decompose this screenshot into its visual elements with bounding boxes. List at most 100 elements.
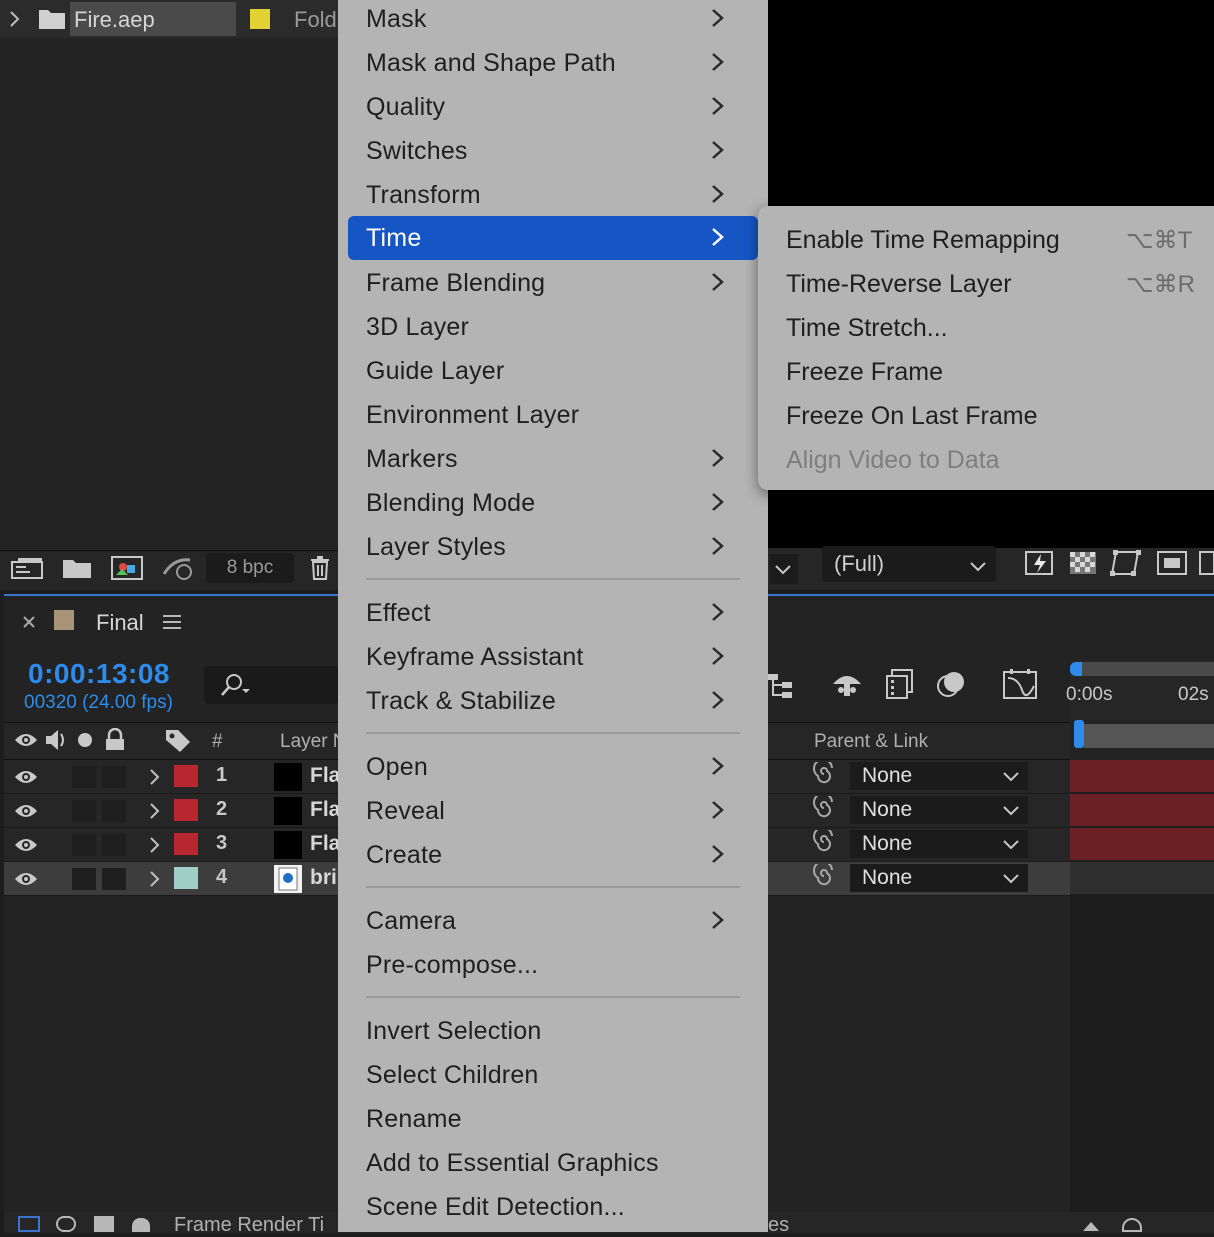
- menu-item-pre-compose[interactable]: Pre-compose...: [348, 943, 758, 987]
- transparency-grid-icon[interactable]: [1068, 550, 1098, 576]
- flowchart-icon[interactable]: [160, 554, 198, 582]
- menu-item-open[interactable]: Open: [348, 745, 758, 789]
- layer-name[interactable]: bri: [310, 866, 337, 890]
- comp-tab-title[interactable]: Final: [96, 610, 144, 636]
- close-icon[interactable]: [20, 612, 38, 632]
- layer-label-color[interactable]: [174, 799, 198, 821]
- menu-item-rename[interactable]: Rename: [348, 1097, 758, 1141]
- color-depth-button[interactable]: 8 bpc: [206, 553, 294, 583]
- menu-item-camera[interactable]: Camera: [348, 899, 758, 943]
- eye-icon[interactable]: [14, 835, 38, 855]
- hierarchy-icon[interactable]: [768, 672, 800, 700]
- solo-switch[interactable]: [72, 834, 96, 856]
- eye-icon[interactable]: [14, 869, 38, 889]
- expand-chevron-icon[interactable]: [148, 801, 162, 821]
- pick-whip-icon[interactable]: [812, 796, 836, 820]
- zoom-slider-handle[interactable]: [1122, 1218, 1142, 1232]
- viewer-options-icon[interactable]: [1198, 550, 1214, 576]
- current-time-indicator[interactable]: [1074, 720, 1084, 748]
- interpret-footage-icon[interactable]: [10, 556, 44, 582]
- submenu-item-time-reverse-layer[interactable]: Time-Reverse Layer ⌥⌘R: [758, 260, 1214, 304]
- submenu-item-time-stretch[interactable]: Time Stretch...: [758, 304, 1214, 348]
- solo-switch[interactable]: [72, 868, 96, 890]
- lock-switch[interactable]: [102, 834, 126, 856]
- menu-item-scene-edit-detection[interactable]: Scene Edit Detection...: [348, 1185, 758, 1229]
- menu-item-select-children[interactable]: Select Children: [348, 1053, 758, 1097]
- solo-switch[interactable]: [72, 800, 96, 822]
- menu-item-blending-mode[interactable]: Blending Mode: [348, 481, 758, 525]
- menu-item-quality[interactable]: Quality: [348, 85, 758, 129]
- eye-icon[interactable]: [14, 767, 38, 787]
- menu-item-mask[interactable]: Mask: [348, 0, 758, 41]
- current-time-display[interactable]: 0:00:13:08: [28, 658, 170, 690]
- frame-blending-icon[interactable]: [884, 668, 916, 700]
- menu-item-effect[interactable]: Effect: [348, 591, 758, 635]
- eye-icon[interactable]: [14, 730, 38, 750]
- shy-icon[interactable]: [830, 670, 864, 700]
- expand-chevron-icon[interactable]: [148, 835, 162, 855]
- new-composition-icon[interactable]: [110, 555, 144, 581]
- panel-menu-icon[interactable]: [162, 613, 182, 631]
- parent-dropdown[interactable]: None: [850, 796, 1028, 824]
- expand-chevron-icon[interactable]: [148, 869, 162, 889]
- magnification-dropdown[interactable]: [770, 554, 798, 584]
- region-of-interest-icon[interactable]: [1156, 550, 1188, 576]
- layer-name[interactable]: Fla: [310, 832, 340, 856]
- expand-chevron-icon[interactable]: [148, 767, 162, 787]
- solo-icon[interactable]: [78, 733, 92, 747]
- lock-switch[interactable]: [102, 766, 126, 788]
- layer-name[interactable]: Fla: [310, 798, 340, 822]
- menu-item-create[interactable]: Create: [348, 833, 758, 877]
- toggle-switches-label[interactable]: es: [768, 1214, 789, 1237]
- layer-search-input[interactable]: [204, 666, 338, 704]
- submenu-item-freeze-frame[interactable]: Freeze Frame: [758, 348, 1214, 392]
- time-navigator[interactable]: [1084, 724, 1214, 748]
- motion-blur-icon[interactable]: [936, 668, 968, 700]
- trash-icon[interactable]: [308, 555, 332, 581]
- layer-name[interactable]: Fla: [310, 764, 340, 788]
- menu-item-switches[interactable]: Switches: [348, 129, 758, 173]
- chevron-right-icon[interactable]: [8, 10, 22, 28]
- work-area-start-handle[interactable]: [1070, 662, 1082, 676]
- menu-item-track-stabilize[interactable]: Track & Stabilize: [348, 679, 758, 723]
- new-folder-icon[interactable]: [62, 556, 92, 580]
- audio-icon[interactable]: [44, 728, 70, 752]
- lock-switch[interactable]: [102, 868, 126, 890]
- menu-item-time[interactable]: Time: [348, 216, 758, 260]
- menu-item-frame-blending[interactable]: Frame Blending: [348, 261, 758, 305]
- layer-duration-bar[interactable]: [1070, 760, 1214, 792]
- submenu-item-freeze-on-last-frame[interactable]: Freeze On Last Frame: [758, 392, 1214, 436]
- menu-item-3d-layer[interactable]: 3D Layer: [348, 305, 758, 349]
- work-area-bar[interactable]: [1082, 662, 1214, 676]
- layer-label-color[interactable]: [174, 765, 198, 787]
- layer-label-color[interactable]: [174, 833, 198, 855]
- fast-previews-icon[interactable]: [1024, 548, 1056, 578]
- layer-duration-bar[interactable]: [1070, 828, 1214, 860]
- submenu-item-enable-time-remapping[interactable]: Enable Time Remapping ⌥⌘T: [758, 216, 1214, 260]
- label-tag-icon[interactable]: [164, 728, 192, 754]
- menu-item-transform[interactable]: Transform: [348, 173, 758, 217]
- parent-dropdown[interactable]: None: [850, 864, 1028, 892]
- menu-item-environment-layer[interactable]: Environment Layer: [348, 393, 758, 437]
- pick-whip-icon[interactable]: [812, 830, 836, 854]
- label-color-swatch[interactable]: [250, 9, 270, 29]
- graph-editor-icon[interactable]: [1002, 668, 1038, 700]
- solo-switch[interactable]: [72, 766, 96, 788]
- in-out-duration-icon[interactable]: [94, 1216, 114, 1232]
- menu-item-reveal[interactable]: Reveal: [348, 789, 758, 833]
- transfer-controls-icon[interactable]: [56, 1216, 76, 1232]
- mask-visibility-icon[interactable]: [1110, 548, 1144, 578]
- lock-switch[interactable]: [102, 800, 126, 822]
- layer-duration-bar[interactable]: [1070, 794, 1214, 826]
- layer-name-column-label[interactable]: Layer N: [280, 731, 347, 753]
- menu-item-guide-layer[interactable]: Guide Layer: [348, 349, 758, 393]
- zoom-out-icon[interactable]: [1082, 1220, 1100, 1232]
- parent-dropdown[interactable]: None: [850, 830, 1028, 858]
- render-time-icon[interactable]: [132, 1218, 150, 1232]
- pick-whip-icon[interactable]: [812, 762, 836, 786]
- lock-icon[interactable]: [104, 728, 126, 752]
- layer-switches-icon[interactable]: [18, 1216, 40, 1232]
- pick-whip-icon[interactable]: [812, 864, 836, 888]
- menu-item-invert-selection[interactable]: Invert Selection: [348, 1009, 758, 1053]
- menu-item-mask-and-shape-path[interactable]: Mask and Shape Path: [348, 41, 758, 85]
